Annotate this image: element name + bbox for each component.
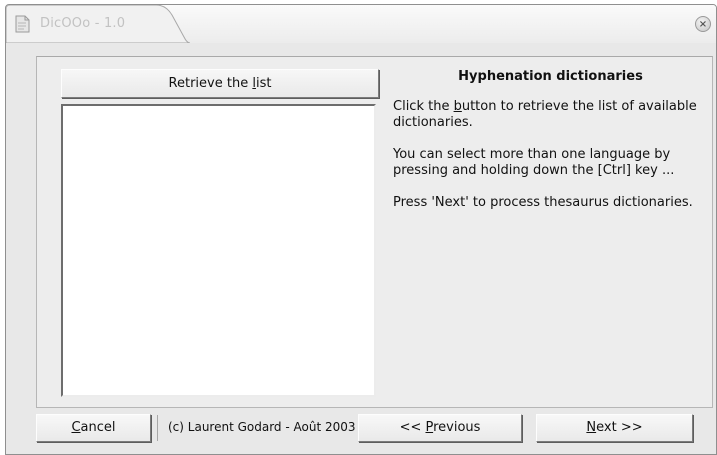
previous-mnemonic: P (425, 420, 434, 435)
retrieve-label-after: ist (255, 76, 272, 91)
next-after: ext >> (596, 420, 643, 435)
close-icon[interactable]: × (695, 16, 711, 32)
info-p1-mnemonic: b (453, 99, 462, 114)
info-title: Hyphenation dictionaries (458, 69, 643, 84)
title-tab: DicOOo - 1.0 (6, 5, 190, 43)
dialog-window: DicOOo - 1.0 × Retrieve the list Hyphena… (5, 4, 717, 455)
next-mnemonic: N (586, 420, 597, 435)
content-panel: Retrieve the list Hyphenation dictionari… (36, 56, 713, 408)
info-paragraph-2: You can select more than one language by… (393, 147, 675, 178)
dictionary-listbox[interactable] (61, 104, 376, 397)
info-paragraph-1: Click the button to retrieve the list of… (393, 99, 708, 131)
copyright-text: (c) Laurent Godard - Août 2003 (157, 415, 356, 441)
info-p1-before: Click the (393, 99, 454, 114)
retrieve-label-before: Retrieve the (168, 76, 253, 91)
window-title: DicOOo - 1.0 (40, 16, 126, 31)
info-section: Hyphenation dictionaries Click the butto… (393, 69, 708, 227)
previous-button[interactable]: << Previous (358, 414, 522, 442)
retrieve-list-button[interactable]: Retrieve the list (61, 69, 379, 98)
next-button[interactable]: Next >> (536, 414, 693, 442)
info-paragraph-3: Press 'Next' to process thesaurus dictio… (393, 195, 693, 210)
cancel-label: ancel (80, 420, 116, 435)
previous-after: revious (433, 420, 481, 435)
previous-before: << (399, 420, 426, 435)
app-document-icon (13, 15, 31, 33)
cancel-mnemonic: C (71, 420, 81, 435)
title-bar: DicOOo - 1.0 × (6, 5, 716, 43)
cancel-button[interactable]: Cancel (36, 414, 151, 442)
